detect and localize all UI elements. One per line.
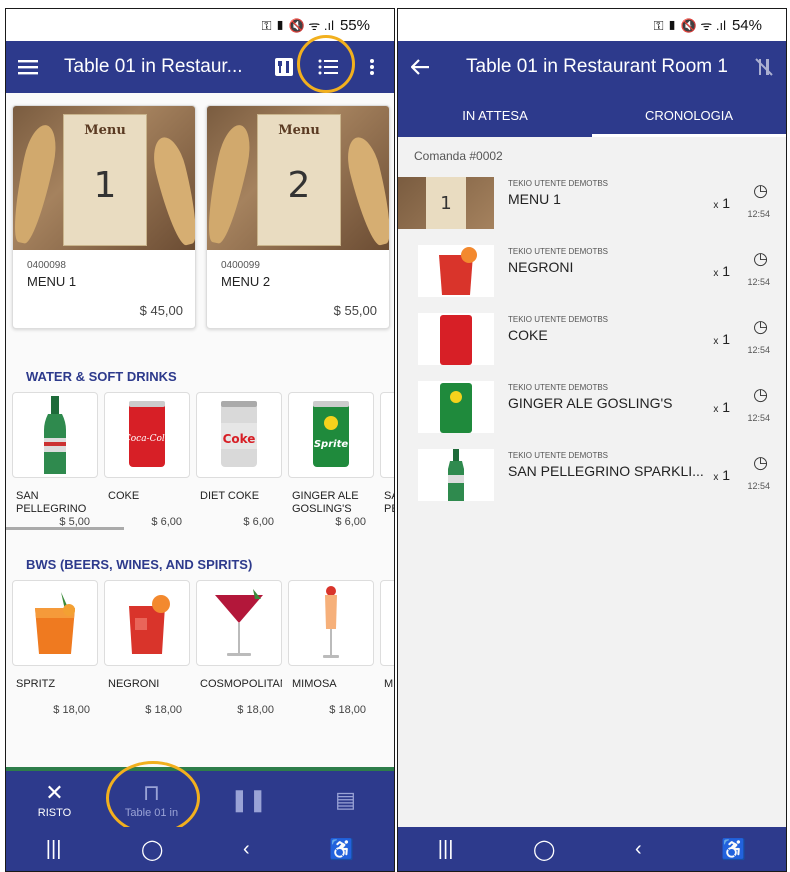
- tab-cronologia[interactable]: CRONOLOGIA: [592, 93, 786, 137]
- status-bar: ⚿ ▮ 🔇 ᯤ .ıl 55%: [6, 9, 394, 41]
- product-image: [12, 580, 98, 666]
- nav-pause[interactable]: ❚❚: [200, 771, 297, 829]
- product-image: [196, 580, 282, 666]
- list-icon[interactable]: [306, 41, 350, 93]
- clock-icon: ◷: [753, 453, 768, 472]
- back-button[interactable]: ‹: [635, 838, 642, 861]
- product-tile[interactable]: M: [380, 580, 394, 740]
- nav-label: RISTO: [37, 806, 72, 819]
- menu-image: Menu 1: [13, 106, 195, 250]
- system-nav: ||| ◯ ‹ ♿: [6, 827, 394, 871]
- order-title: Comanda #0002: [414, 149, 503, 163]
- horizontal-scrollbar[interactable]: [6, 527, 124, 530]
- pause-icon: ❚❚: [230, 787, 267, 812]
- cutlery-icon: ✕: [45, 779, 64, 805]
- clock-icon: ◷: [753, 249, 768, 268]
- nav-table[interactable]: ⊓ Table 01 in: [103, 771, 200, 829]
- menu-image: Menu 2: [207, 106, 389, 250]
- item-image: [418, 381, 494, 433]
- bottom-nav: ✕ RISTO ⊓ Table 01 in ❚❚ ▤: [6, 761, 394, 835]
- svg-text:Coca-Cola: Coca-Cola: [127, 434, 167, 444]
- item-image: [418, 313, 494, 365]
- clock-icon: ◷: [753, 181, 768, 200]
- menu-card[interactable]: Menu 1 0400098 MENU 1 $ 45,00: [12, 105, 196, 329]
- back-button[interactable]: ‹: [243, 838, 250, 861]
- product-tile[interactable]: Coke DIET COKE $ 6,00: [196, 392, 282, 552]
- menu-code: 0400098: [27, 260, 66, 271]
- tab-in-attesa[interactable]: IN ATTESA: [398, 93, 592, 137]
- accessibility-button[interactable]: ♿: [329, 837, 354, 862]
- nav-label: Table 01 in: [124, 806, 179, 819]
- section-title: WATER & SOFT DRINKS: [26, 369, 177, 384]
- product-tile[interactable]: NEGRONI $ 18,00: [104, 580, 190, 740]
- nav-receipt[interactable]: ▤: [297, 771, 394, 829]
- hamburger-icon[interactable]: [6, 41, 50, 93]
- product-tile[interactable]: Sprite GINGER ALE GOSLING'S $ 6,00: [288, 392, 374, 552]
- app-bar: Table 01 in Restaurant Room 1: [398, 41, 786, 93]
- tab-bar: IN ATTESA CRONOLOGIA: [398, 93, 786, 137]
- product-image: [380, 580, 394, 666]
- clock-icon: ◷: [753, 317, 768, 336]
- product-image: [12, 392, 98, 478]
- page-title: Table 01 in Restaur...: [64, 56, 243, 77]
- recents-button[interactable]: |||: [438, 838, 454, 861]
- product-image: [380, 392, 394, 478]
- product-tile[interactable]: SPRITZ $ 18,00: [12, 580, 98, 740]
- no-cutlery-icon[interactable]: [742, 41, 786, 93]
- menu-name: MENU 2: [221, 274, 271, 289]
- order-item[interactable]: TEKIO UTENTE DEMOTBS COKE x 1 ◷ 12:54: [398, 313, 786, 373]
- menu-price: $ 45,00: [139, 303, 183, 318]
- clock-icon: ◷: [753, 385, 768, 404]
- battery-level: 55%: [339, 16, 370, 34]
- product-tile[interactable]: MIMOSA $ 18,00: [288, 580, 374, 740]
- item-image: [418, 245, 494, 297]
- product-image: Sprite: [288, 392, 374, 478]
- product-tile[interactable]: COSMOPOLITAN $ 18,00: [196, 580, 282, 740]
- home-button[interactable]: ◯: [141, 837, 163, 862]
- page-title: Table 01 in Restaurant Room 1: [466, 56, 728, 77]
- back-arrow-icon[interactable]: [398, 41, 442, 93]
- item-image: 1: [398, 177, 494, 229]
- order-item[interactable]: TEKIO UTENTE DEMOTBS NEGRONI x 1 ◷ 12:54: [398, 245, 786, 305]
- product-image: Coke: [196, 392, 282, 478]
- product-image: [104, 580, 190, 666]
- svg-text:Coke: Coke: [223, 432, 256, 446]
- nav-risto[interactable]: ✕ RISTO: [6, 771, 103, 829]
- order-item[interactable]: TEKIO UTENTE DEMOTBS SAN PELLEGRINO SPAR…: [398, 449, 786, 509]
- accessibility-button[interactable]: ♿: [721, 837, 746, 862]
- menu-price: $ 55,00: [333, 303, 377, 318]
- order-history: Comanda #0002 1 TEKIO UTENTE DEMOTBS MEN…: [398, 137, 786, 827]
- menu-card[interactable]: Menu 2 0400099 MENU 2 $ 55,00: [206, 105, 390, 329]
- status-bar: ⚿ ▮ 🔇 ᯤ .ıl 54%: [398, 9, 786, 41]
- menu-name: MENU 1: [27, 274, 77, 289]
- menu-code: 0400099: [221, 260, 260, 271]
- phone-right: ⚿ ▮ 🔇 ᯤ .ıl 54% Table 01 in Restaurant R…: [397, 8, 787, 872]
- item-image: [418, 449, 494, 501]
- receipt-icon: ▤: [335, 787, 356, 812]
- product-image: [288, 580, 374, 666]
- battery-level: 54%: [731, 16, 762, 34]
- phone-left: ⚿ ▮ 🔇 ᯤ .ıl 55% Table 01 in Restaur... M…: [5, 8, 395, 872]
- svg-text:1: 1: [440, 193, 451, 214]
- more-vert-icon[interactable]: [350, 41, 394, 93]
- status-icons: ⚿ ▮ 🔇 ᯤ .ıl: [261, 18, 334, 33]
- cutlery-icon[interactable]: [262, 41, 306, 93]
- recents-button[interactable]: |||: [46, 838, 62, 861]
- table-icon: ⊓: [142, 779, 161, 805]
- home-button[interactable]: ◯: [533, 837, 555, 862]
- product-catalog: Menu 1 0400098 MENU 1 $ 45,00 Menu 2 04000…: [6, 93, 394, 767]
- svg-text:Sprite: Sprite: [314, 439, 349, 450]
- order-item[interactable]: TEKIO UTENTE DEMOTBS GINGER ALE GOSLING'…: [398, 381, 786, 441]
- section-title: BWS (BEERS, WINES, AND SPIRITS): [26, 557, 253, 572]
- order-item[interactable]: 1 TEKIO UTENTE DEMOTBS MENU 1 x 1 ◷ 12:5…: [398, 177, 786, 237]
- app-bar: Table 01 in Restaur...: [6, 35, 394, 93]
- product-tile[interactable]: SA PE: [380, 392, 394, 552]
- status-icons: ⚿ ▮ 🔇 ᯤ .ıl: [653, 18, 726, 33]
- product-image: Coca-Cola: [104, 392, 190, 478]
- system-nav: ||| ◯ ‹ ♿: [398, 827, 786, 871]
